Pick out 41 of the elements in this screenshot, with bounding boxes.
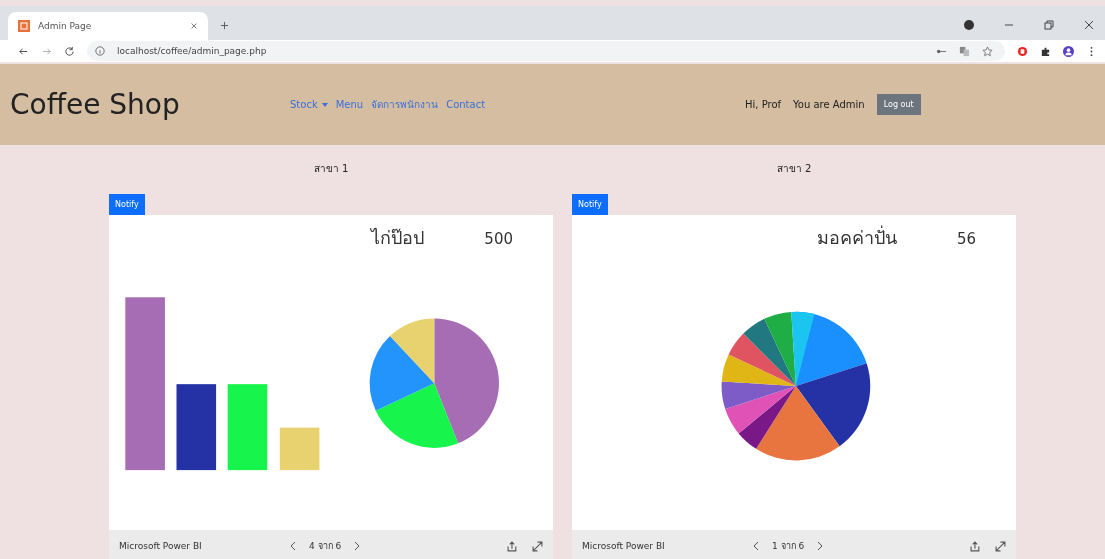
puzzle-icon[interactable] [1040,45,1051,57]
star-icon[interactable] [982,45,993,57]
nav-link[interactable]: Menu [335,97,364,112]
reload-icon[interactable] [64,45,75,57]
card-value: 500 [484,230,513,248]
role-text: You are Admin [793,99,865,110]
close-icon[interactable] [1083,19,1095,31]
greeting-text: Hi, Prof [745,99,782,110]
account-icon[interactable] [963,19,975,31]
extension-icon[interactable] [1017,45,1028,57]
fullscreen-icon[interactable] [532,540,543,552]
share-icon[interactable] [507,540,518,552]
notify-button[interactable]: Notify [109,194,145,215]
share-icon[interactable] [970,540,981,552]
translate-icon[interactable] [959,45,970,57]
notify-button[interactable]: Notify [572,194,608,215]
nav-link[interactable]: จัดการพนักงาน [371,97,439,112]
logout-button[interactable]: Log out [876,94,921,115]
card-value: 56 [956,230,976,248]
page-indicator: 4 จาก 6 [309,540,342,553]
page-indicator: 1 จาก 6 [772,540,805,553]
favicon-icon [18,20,30,32]
card-title: ไก่ป๊อป [371,226,425,250]
tab-title: Admin Page [38,21,93,31]
branch-label: สาขา 2 [775,162,813,176]
site-brand[interactable]: Coffee Shop [10,88,290,121]
close-tab-icon[interactable] [190,22,198,30]
nav-link[interactable]: Contact [446,97,486,112]
branch-label: สาขา 1 [312,162,350,176]
info-icon[interactable] [95,46,105,56]
restore-icon[interactable] [1043,19,1055,31]
fullscreen-icon[interactable] [995,540,1006,552]
dropdown-link[interactable]: Stock [290,97,328,112]
footer-brand[interactable]: Microsoft Power BI [582,541,752,551]
new-tab-icon[interactable] [220,21,229,30]
footer-brand[interactable]: Microsoft Power BI [119,541,289,551]
chart-bar [279,427,320,471]
browser-tab[interactable]: Admin Page [8,12,208,40]
address-bar[interactable]: localhost/coffee/admin_page.php [87,41,1005,61]
profile-icon[interactable] [1063,45,1074,57]
card-title: มอคค่าปั่น [816,224,897,250]
